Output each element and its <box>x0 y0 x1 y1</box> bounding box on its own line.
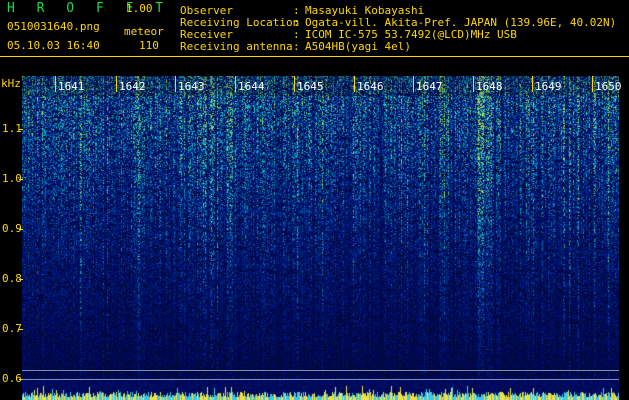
mode-label: meteor <box>124 25 164 38</box>
x-tick-mark <box>592 76 593 92</box>
x-tick-label: 1648 <box>476 80 503 93</box>
x-tick-label: 1650 <box>595 80 622 93</box>
guide-line <box>22 379 619 380</box>
spectrogram-area: kHz 1.1 1.0 0.9 0.8 0.7 0.6 1641 1642 16… <box>0 76 629 400</box>
x-tick-mark <box>235 76 236 92</box>
file-name: 0510031640.png <box>7 20 100 33</box>
x-tick-label: 1647 <box>416 80 443 93</box>
spectrogram-canvas <box>22 76 619 400</box>
x-tick-label: 1643 <box>178 80 205 93</box>
info-label: Receiving antenna <box>180 40 293 53</box>
x-tick-label: 1642 <box>119 80 146 93</box>
x-tick-label: 1641 <box>58 80 85 93</box>
x-tick-label: 1644 <box>238 80 265 93</box>
x-tick-mark <box>532 76 533 92</box>
x-tick-mark <box>473 76 474 92</box>
y-tick-mark <box>19 329 23 330</box>
y-tick-mark <box>19 129 23 130</box>
x-tick-label: 1649 <box>535 80 562 93</box>
y-tick-mark <box>19 279 23 280</box>
plot-right-border <box>619 76 629 400</box>
header-divider <box>0 56 629 57</box>
info-row-antenna: Receiving antenna: A504HB(yagi 4el) <box>180 40 411 53</box>
x-tick-label: 1646 <box>357 80 384 93</box>
x-tick-mark <box>413 76 414 92</box>
x-tick-mark <box>354 76 355 92</box>
app-version: 1.00 <box>126 2 153 15</box>
info-value: A504HB(yagi 4el) <box>305 40 411 53</box>
datetime: 05.10.03 16:40 <box>7 39 100 52</box>
count-value: 110 <box>139 39 159 52</box>
x-tick-mark <box>175 76 176 92</box>
x-tick-mark <box>116 76 117 92</box>
y-tick-mark <box>19 229 23 230</box>
x-tick-label: 1645 <box>297 80 324 93</box>
header-panel: H R O F F T 1.00 0510031640.png meteor 0… <box>0 0 629 76</box>
y-tick-mark <box>19 179 23 180</box>
x-tick-mark <box>294 76 295 92</box>
x-tick-mark <box>55 76 56 92</box>
guide-line <box>22 370 619 371</box>
info-separator: : <box>293 40 300 53</box>
y-axis-unit: kHz <box>1 77 21 90</box>
